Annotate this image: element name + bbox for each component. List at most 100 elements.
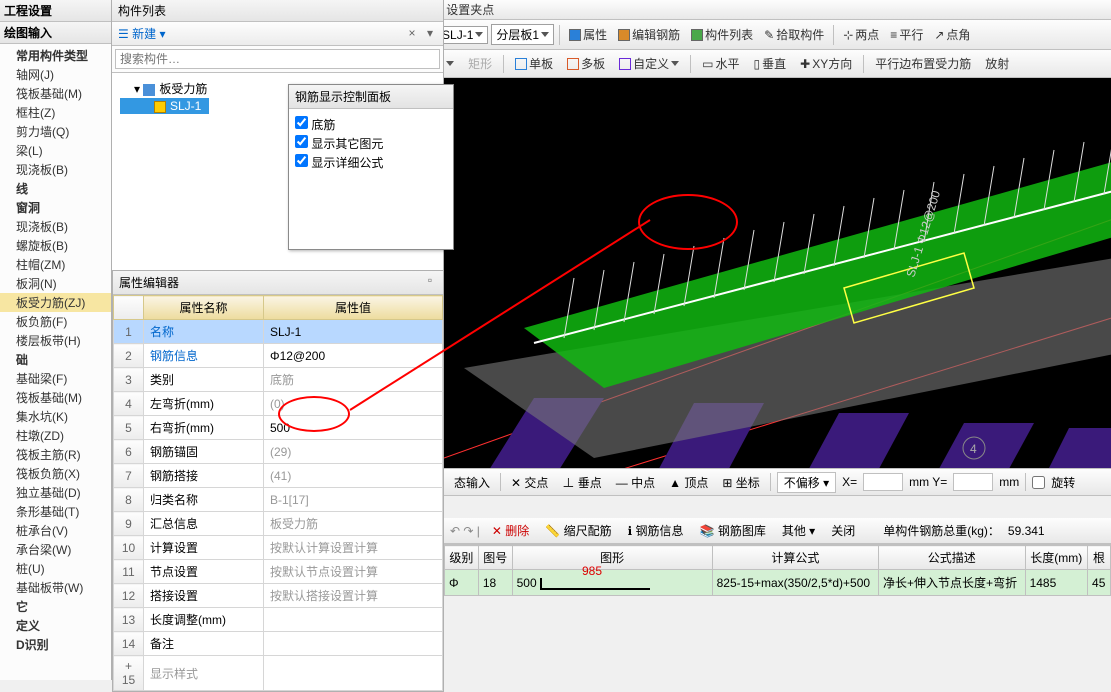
single-board-button[interactable]: 单板 [510,54,558,73]
left-item[interactable]: 梁(L) [0,141,111,160]
rotate-check[interactable] [1032,476,1045,489]
complist-button[interactable]: 构件列表 [687,25,757,44]
prop-row[interactable]: 10计算设置按默认计算设置计算 [114,536,443,560]
x-label: X= [842,475,857,489]
left-section[interactable]: 线 [0,179,111,198]
left-section[interactable]: D识别 [0,635,111,654]
left-item[interactable]: 轴网(J) [0,65,111,84]
prop-row[interactable]: 9汇总信息板受力筋 [114,512,443,536]
y-input[interactable] [953,473,993,491]
left-item[interactable]: 独立基础(D) [0,483,111,502]
left-item[interactable]: 现浇板(B) [0,160,111,179]
prop-row[interactable]: 8归类名称B-1[17] [114,488,443,512]
snap-top[interactable]: ▲ 顶点 [665,473,712,492]
left-item[interactable]: 基础梁(F) [0,369,111,388]
left-item[interactable]: 螺旋板(B) [0,236,111,255]
parallel-button[interactable]: ≡平行 [886,25,927,44]
new-component-button[interactable]: ☰ 新建 ▾ [118,25,165,42]
prop-row[interactable]: 4左弯折(mm)(0) [114,392,443,416]
left-item[interactable]: 承台梁(W) [0,540,111,559]
delete-button[interactable]: ✕ 删除 [488,521,533,540]
left-item[interactable]: 板洞(N) [0,274,111,293]
display-control-panel[interactable]: 钢筋显示控制面板 底筋 显示其它图元 显示详细公式 [288,84,454,250]
left-title-1: 工程设置 [0,0,111,22]
left-item[interactable]: 筏板基础(M) [0,84,111,103]
left-item[interactable]: 筏板主筋(R) [0,445,111,464]
chk-show-others[interactable]: 显示其它图元 [295,134,447,153]
col-prop-value: 属性值 [264,296,443,320]
attrs-button[interactable]: 属性 [565,25,611,44]
rebar-info-button[interactable]: ℹ 钢筋信息 [624,521,688,540]
close-icon[interactable]: × [405,27,419,41]
parallel-edge-button[interactable]: 平行边布置受力筋 [870,54,976,73]
horiz-button[interactable]: ▭水平 [697,54,744,73]
snap-bar: 态输入 ✕ 交点 ⊥ 垂点 — 中点 ▲ 顶点 ⊞ 坐标 不偏移 ▾ X= mm… [444,468,1111,496]
prop-row[interactable]: + 15显示样式 [114,656,443,691]
component-select[interactable]: SLJ-1 [437,26,488,44]
prop-row[interactable]: 11节点设置按默认节点设置计算 [114,560,443,584]
scale-rebar-button[interactable]: 📏 缩尺配筋 [541,521,615,540]
prop-row[interactable]: 14备注 [114,632,443,656]
left-item[interactable]: 条形基础(T) [0,502,111,521]
dropdown-icon[interactable]: ▾ [423,27,437,41]
prop-row[interactable]: 2钢筋信息Φ12@200 [114,344,443,368]
vert-button[interactable]: ▯垂直 [749,54,792,73]
left-title-2[interactable]: 绘图输入 [0,22,111,44]
prop-row[interactable]: 12搭接设置按默认搭接设置计算 [114,584,443,608]
rect-tool[interactable]: 矩形 [463,54,497,73]
left-item[interactable]: 基础板带(W) [0,578,111,597]
left-item[interactable]: 集水坑(K) [0,407,111,426]
prop-row[interactable]: 5右弯折(mm)500 [114,416,443,440]
prop-row[interactable]: 1名称SLJ-1 [114,320,443,344]
prop-row[interactable]: 13长度调整(mm) [114,608,443,632]
result-row[interactable]: Φ 18 500 985 825-15+max(350/2,5*d)+500 净… [445,570,1111,596]
snap-coord[interactable]: ⊞ 坐标 [718,473,763,492]
x-input[interactable] [863,473,903,491]
prop-row[interactable]: 7钢筋搭接(41) [114,464,443,488]
two-point-button[interactable]: ⊹两点 [839,25,883,44]
custom-button[interactable]: 自定义 [614,54,684,73]
left-item[interactable]: 桩承台(V) [0,521,111,540]
left-section[interactable]: 础 [0,350,111,369]
tb-grip[interactable]: 设置夹点 [446,1,494,18]
dyninput-button[interactable]: 态输入 [450,473,494,492]
left-item[interactable]: 框柱(Z) [0,103,111,122]
left-item[interactable]: 板负筋(F) [0,312,111,331]
left-item[interactable]: 柱帽(ZM) [0,255,111,274]
prop-collapse-icon[interactable]: ▫ [423,274,437,288]
edit-rebar-button[interactable]: 编辑钢筋 [614,25,684,44]
snap-intersect[interactable]: ✕ 交点 [507,473,552,492]
offset-mode-select[interactable]: 不偏移 ▾ [777,472,836,493]
other-button[interactable]: 其他 ▾ [778,521,819,540]
xy-button[interactable]: ✚XY方向 [795,54,857,73]
layer-select[interactable]: 分层板1 [491,24,554,45]
prop-row[interactable]: 3类别底筋 [114,368,443,392]
left-item[interactable]: 筏板基础(M) [0,388,111,407]
chk-bottom-rebar[interactable]: 底筋 [295,115,447,134]
tree-leaf-slj1[interactable]: SLJ-1 [120,98,209,114]
left-section[interactable]: 窗洞 [0,198,111,217]
left-section[interactable]: 常用构件类型 [0,46,111,65]
point-angle-button[interactable]: ↗点角 [930,25,974,44]
radial-button[interactable]: 放射 [980,54,1014,73]
chk-show-formula[interactable]: 显示详细公式 [295,153,447,172]
rebar-lib-button[interactable]: 📚 钢筋图库 [696,521,770,540]
left-section[interactable]: 它 [0,597,111,616]
left-item[interactable]: 筏板负筋(X) [0,464,111,483]
prop-row[interactable]: 6钢筋锚固(29) [114,440,443,464]
left-item-selected[interactable]: 板受力筋(ZJ) [0,293,111,312]
search-input[interactable] [115,49,440,69]
pick-component-button[interactable]: ✎拾取构件 [760,25,828,44]
viewport-3d[interactable]: SLJ-1 Φ12@200 4 [444,78,1111,468]
left-section[interactable]: 定义 [0,616,111,635]
close-button[interactable]: 关闭 [827,521,859,540]
snap-mid[interactable]: — 中点 [612,473,659,492]
left-item[interactable]: 桩(U) [0,559,111,578]
snap-perp[interactable]: ⊥ 垂点 [558,473,605,492]
multi-board-button[interactable]: 多板 [562,54,610,73]
left-item[interactable]: 楼层板带(H) [0,331,111,350]
left-item[interactable]: 剪力墙(Q) [0,122,111,141]
left-item[interactable]: 现浇板(B) [0,217,111,236]
rotate-label: 旋转 [1051,474,1075,491]
left-item[interactable]: 柱墩(ZD) [0,426,111,445]
